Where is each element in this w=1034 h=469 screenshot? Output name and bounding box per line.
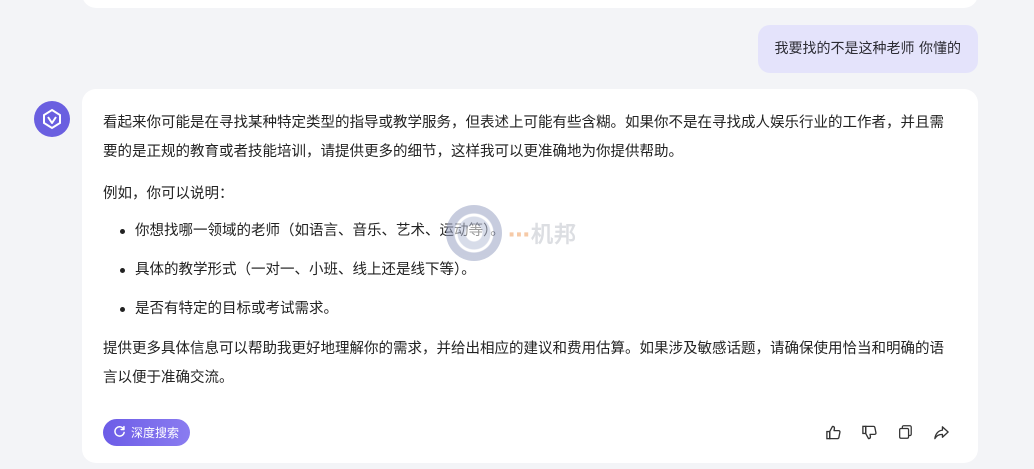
thumbs-down-icon[interactable]	[860, 423, 878, 441]
previous-message-card	[82, 0, 978, 8]
list-item-text: 是否有特定的目标或考试需求。	[135, 301, 338, 317]
deep-search-button[interactable]: 深度搜索	[103, 419, 191, 446]
list-item: 你想找哪一领域的老师（如语言、音乐、艺术、运动等）。	[103, 217, 957, 246]
thumbs-up-icon[interactable]	[824, 423, 842, 441]
response-paragraph: 例如，你可以说明：	[103, 186, 234, 202]
user-message-bubble: 我要找的不是这种老师 你懂的	[757, 25, 978, 73]
list-item: 具体的教学形式（一对一、小班、线上还是线下等）。	[103, 256, 957, 285]
response-paragraph: 提供更多具体信息可以帮助我更好地理解你的需求，并给出相应的建议和费用估算。如果涉…	[103, 341, 944, 386]
copy-icon[interactable]	[896, 423, 914, 441]
bullet-dot	[120, 229, 125, 234]
assistant-logo-icon	[34, 101, 70, 137]
refresh-search-icon	[113, 425, 126, 441]
list-item: 是否有特定的目标或考试需求。	[103, 295, 957, 324]
message-actions	[824, 423, 950, 441]
assistant-message-card: 看起来你可能是在寻找某种特定类型的指导或教学服务，但表述上可能有些含糊。如果你不…	[82, 89, 978, 463]
bullet-dot	[120, 307, 125, 312]
share-icon[interactable]	[932, 423, 950, 441]
list-item-text: 你想找哪一领域的老师（如语言、音乐、艺术、运动等）。	[135, 223, 505, 239]
list-item-text: 具体的教学形式（一对一、小班、线上还是线下等）。	[135, 262, 476, 278]
response-bullet-list: 你想找哪一领域的老师（如语言、音乐、艺术、运动等）。 具体的教学形式（一对一、小…	[103, 217, 957, 324]
deep-search-label: 深度搜索	[131, 426, 180, 440]
response-paragraph: 看起来你可能是在寻找某种特定类型的指导或教学服务，但表述上可能有些含糊。如果你不…	[103, 115, 944, 160]
bullet-dot	[120, 268, 125, 273]
